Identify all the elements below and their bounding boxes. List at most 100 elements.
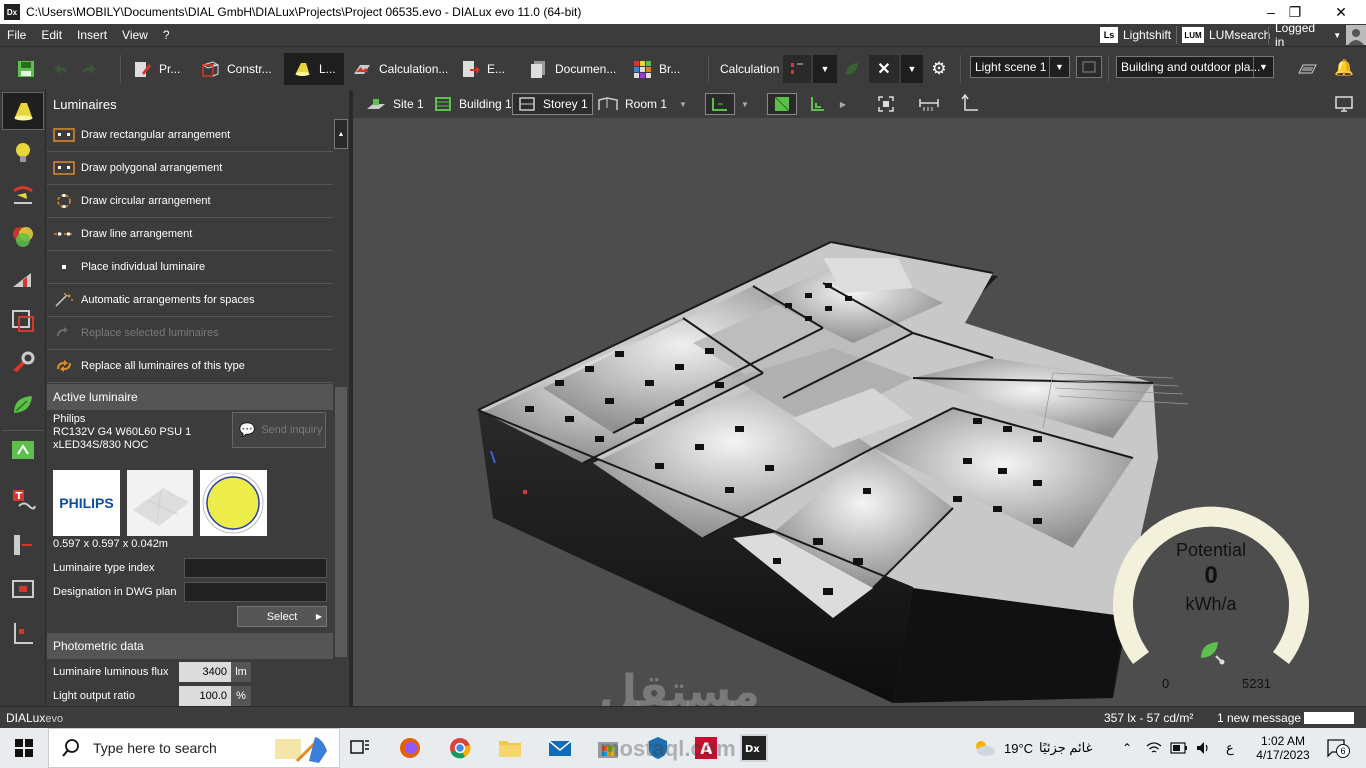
strip-light-level-button[interactable] [2,260,44,298]
calculate-dropdown[interactable]: ▼ [813,55,837,83]
mode-icon-strip: T [0,90,46,706]
light-scene-edit-button[interactable] [1076,56,1102,78]
panel-scrollbar[interactable]: ▲ [334,119,348,679]
crumb-site[interactable]: Site 1 [361,93,428,115]
notifications-button[interactable]: 🔔 [1334,57,1354,79]
send-inquiry-button[interactable]: 💬 Send inquiry [232,412,326,448]
app-logo-icon: Dx [4,4,20,20]
lightshift-button[interactable]: Ls Lightshift [1100,24,1171,46]
calculate-button[interactable] [783,55,811,83]
tab-construction[interactable]: Constr... [200,53,278,85]
volume-icon[interactable] [1196,728,1212,768]
strip-light-color-button[interactable] [2,218,44,256]
undo-button[interactable] [50,53,77,85]
draw-line-arrangement-item[interactable]: Draw line arrangement [47,218,333,251]
network-icon[interactable] [1146,728,1162,768]
firefox-button[interactable] [396,734,424,762]
tab-bim[interactable]: Br... [632,53,692,85]
active-luminaire-header: Active luminaire [47,384,333,410]
chrome-button[interactable] [446,734,474,762]
tab-project[interactable]: Pr... [132,53,192,85]
account-menu[interactable]: Logged in ▼ [1275,21,1366,49]
menu-edit[interactable]: Edit [34,28,70,42]
view-mode-select[interactable]: Building and outdoor pla... ▼ [1116,56,1274,78]
select-luminaire-button[interactable]: Select ▶ [237,606,327,627]
menu-view[interactable]: View [115,28,156,42]
menu-help[interactable]: ? [156,28,178,42]
cancel-calc-dropdown[interactable]: ▼ [901,55,923,83]
crumb-storey[interactable]: Storey 1 [512,93,593,115]
luminaire-type-index-input[interactable] [184,558,327,578]
start-button[interactable] [10,734,38,762]
strip-aim-button[interactable] [2,176,44,214]
draw-circular-arrangement-item[interactable]: Draw circular arrangement [47,185,333,218]
scroll-thumb[interactable] [335,387,347,657]
panel-title: Luminaires [47,90,333,118]
menu-file[interactable]: File [0,28,34,42]
more-views-button[interactable]: ▶ [837,93,849,115]
scroll-up-button[interactable]: ▲ [334,119,348,149]
view-elevation-button[interactable] [805,93,831,115]
measure-distance-button[interactable] [917,93,941,115]
strip-text-button[interactable]: T [2,482,44,520]
dimension-button[interactable] [959,93,981,115]
grid-palette-icon [634,61,651,78]
light-distribution-curve[interactable] [200,470,267,536]
zoom-extents-button[interactable] [875,93,897,115]
luminaire-model-line1: RC132V G4 W60L60 PSU 1 [53,426,192,438]
weather-widget[interactable]: 19°C غائم جزئيًا [972,728,1092,768]
save-button[interactable] [16,53,43,85]
screen-mode-button[interactable] [1333,93,1355,115]
tab-calculation-objects[interactable]: Calculation... [352,53,452,85]
task-view-button[interactable] [346,734,374,762]
replace-selected-luminaires-item[interactable]: Replace selected luminaires [47,317,333,350]
keyboard-button[interactable] [1296,59,1318,79]
strip-lamp-button[interactable] [2,134,44,172]
automatic-arrangements-item[interactable]: Automatic arrangements for spaces [47,284,333,317]
strip-view-button[interactable] [2,570,44,608]
taskbar-search[interactable]: Type here to search [48,728,340,768]
messages-link[interactable]: 1 new message [1217,711,1301,725]
draw-polygonal-arrangement-item[interactable]: Draw polygonal arrangement [47,152,333,185]
storey-icon [519,97,535,111]
lumsearch-button[interactable]: LUM LUMsearch [1182,24,1270,46]
view-3d-button[interactable] [767,93,797,115]
strip-emergency-button[interactable] [2,430,44,468]
mail-button[interactable] [546,734,574,762]
strip-measure-button[interactable] [2,614,44,652]
view-plan-dropdown[interactable]: ▼ [738,93,752,115]
strip-tools-button[interactable] [2,344,44,382]
action-center-button[interactable]: 6 [1326,728,1350,768]
section-cut-icon [14,535,32,555]
cancel-calc-button[interactable]: ✕ [869,55,899,83]
light-scene-select[interactable]: Light scene 1 ▼ [970,56,1070,78]
place-individual-luminaire-item[interactable]: Place individual luminaire [47,251,333,284]
manufacturer-logo: PHILIPS [53,470,120,536]
dialux-taskbar-button[interactable]: Dx [740,734,768,762]
strip-section-button[interactable] [2,526,44,564]
tab-documentation[interactable]: Documen... [528,53,618,85]
menu-insert[interactable]: Insert [70,28,115,42]
redo-button[interactable] [80,53,107,85]
crumb-building[interactable]: Building 1 [429,93,516,115]
tab-export[interactable]: E... [460,53,520,85]
dwg-designation-input[interactable] [184,582,327,602]
luminaire-photo[interactable] [127,470,193,536]
tab-luminaires[interactable]: L... [284,53,344,85]
draw-rectangular-arrangement-item[interactable]: Draw rectangular arrangement [47,119,333,152]
strip-energy-button[interactable] [2,386,44,424]
file-explorer-button[interactable] [496,734,524,762]
weather-temp: 19°C [1004,740,1034,756]
calc-settings-button[interactable]: ⚙ [929,59,949,79]
battery-icon[interactable] [1170,728,1188,768]
strip-luminaires-button[interactable] [2,92,44,130]
show-hidden-icons-button[interactable]: ⌃ [1122,728,1132,768]
view-plan-button[interactable] [705,93,735,115]
strip-calc-surface-button[interactable] [2,302,44,340]
3d-viewport[interactable]: Potential 0 kWh/a 0 5231 مستقل [353,118,1366,706]
clock[interactable]: 1:02 AM 4/17/2023 [1246,728,1320,768]
input-language[interactable]: ع [1226,728,1234,768]
accept-calc-button[interactable] [842,59,862,79]
crumb-room[interactable]: Room 1 ▼ [593,93,691,115]
replace-all-luminaires-item[interactable]: Replace all luminaires of this type [47,350,333,383]
